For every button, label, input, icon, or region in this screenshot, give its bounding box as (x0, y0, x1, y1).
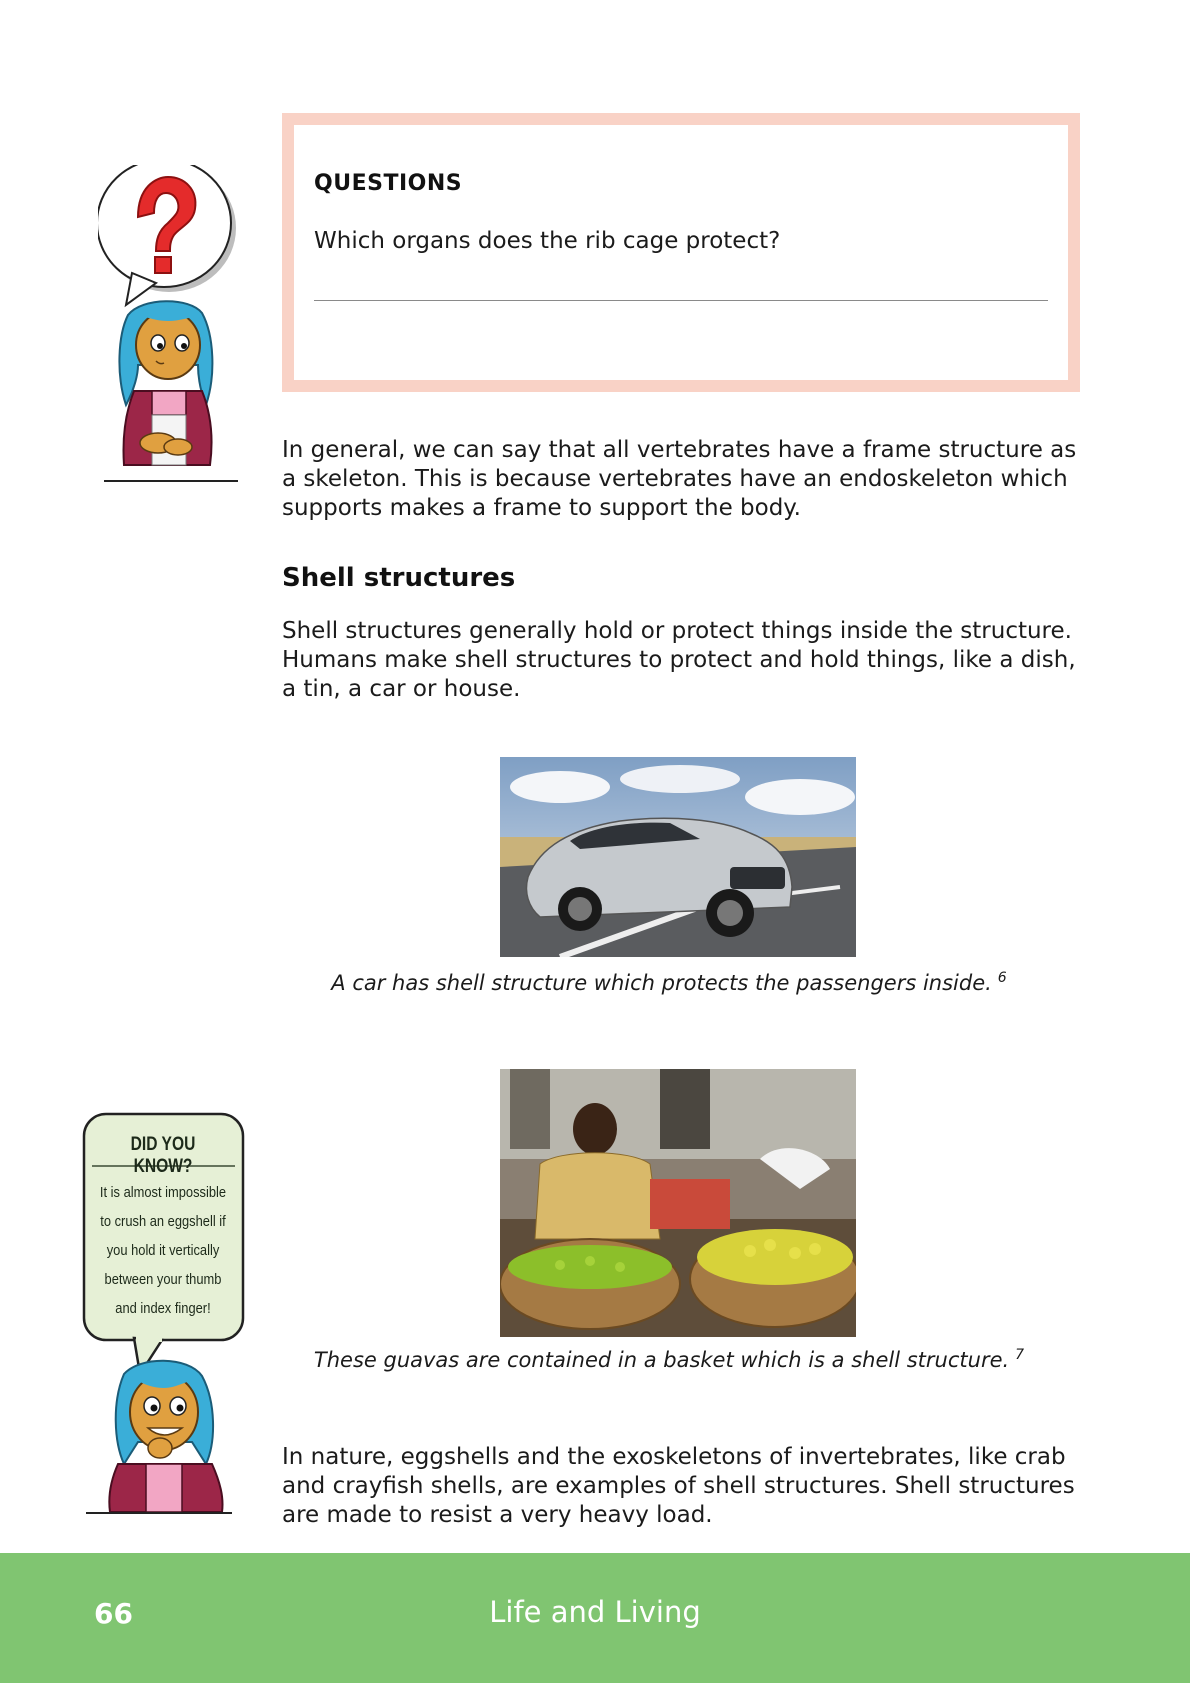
section-paragraph: Shell structures generally hold or prote… (282, 618, 1076, 702)
question-text: Which organs does the rib cage protect? (314, 228, 781, 254)
section-heading: Shell structures (282, 563, 516, 593)
answer-line[interactable] (314, 300, 1048, 301)
caption-ref[interactable]: 6 (998, 970, 1007, 986)
intro-paragraph: In general, we can say that all vertebra… (282, 437, 1077, 521)
guava-basket-photo (500, 1069, 856, 1337)
caption-ref[interactable]: 7 (1015, 1347, 1024, 1363)
closing-paragraph: In nature, eggshells and the exoskeleton… (282, 1444, 1075, 1528)
questions-box: QUESTIONS Which organs does the rib cage… (282, 113, 1080, 392)
did-you-know-text: It is almost impossible to crush an eggs… (99, 1184, 227, 1317)
figure-caption-car: A car has shell structure which protects… (282, 970, 1056, 995)
caption-text: These guavas are contained in a basket w… (313, 1348, 1010, 1372)
did-you-know-title: DID YOU KNOW? (130, 1134, 196, 1177)
page-footer: 66 Life and Living (0, 1553, 1190, 1683)
caption-text: A car has shell structure which protects… (331, 971, 992, 995)
thinking-girl-illustration (98, 165, 238, 482)
questions-title: QUESTIONS (314, 171, 463, 196)
figure-caption-guavas: These guavas are contained in a basket w… (282, 1347, 1056, 1372)
car-photo (500, 757, 856, 957)
book-title: Life and Living (489, 1595, 701, 1629)
